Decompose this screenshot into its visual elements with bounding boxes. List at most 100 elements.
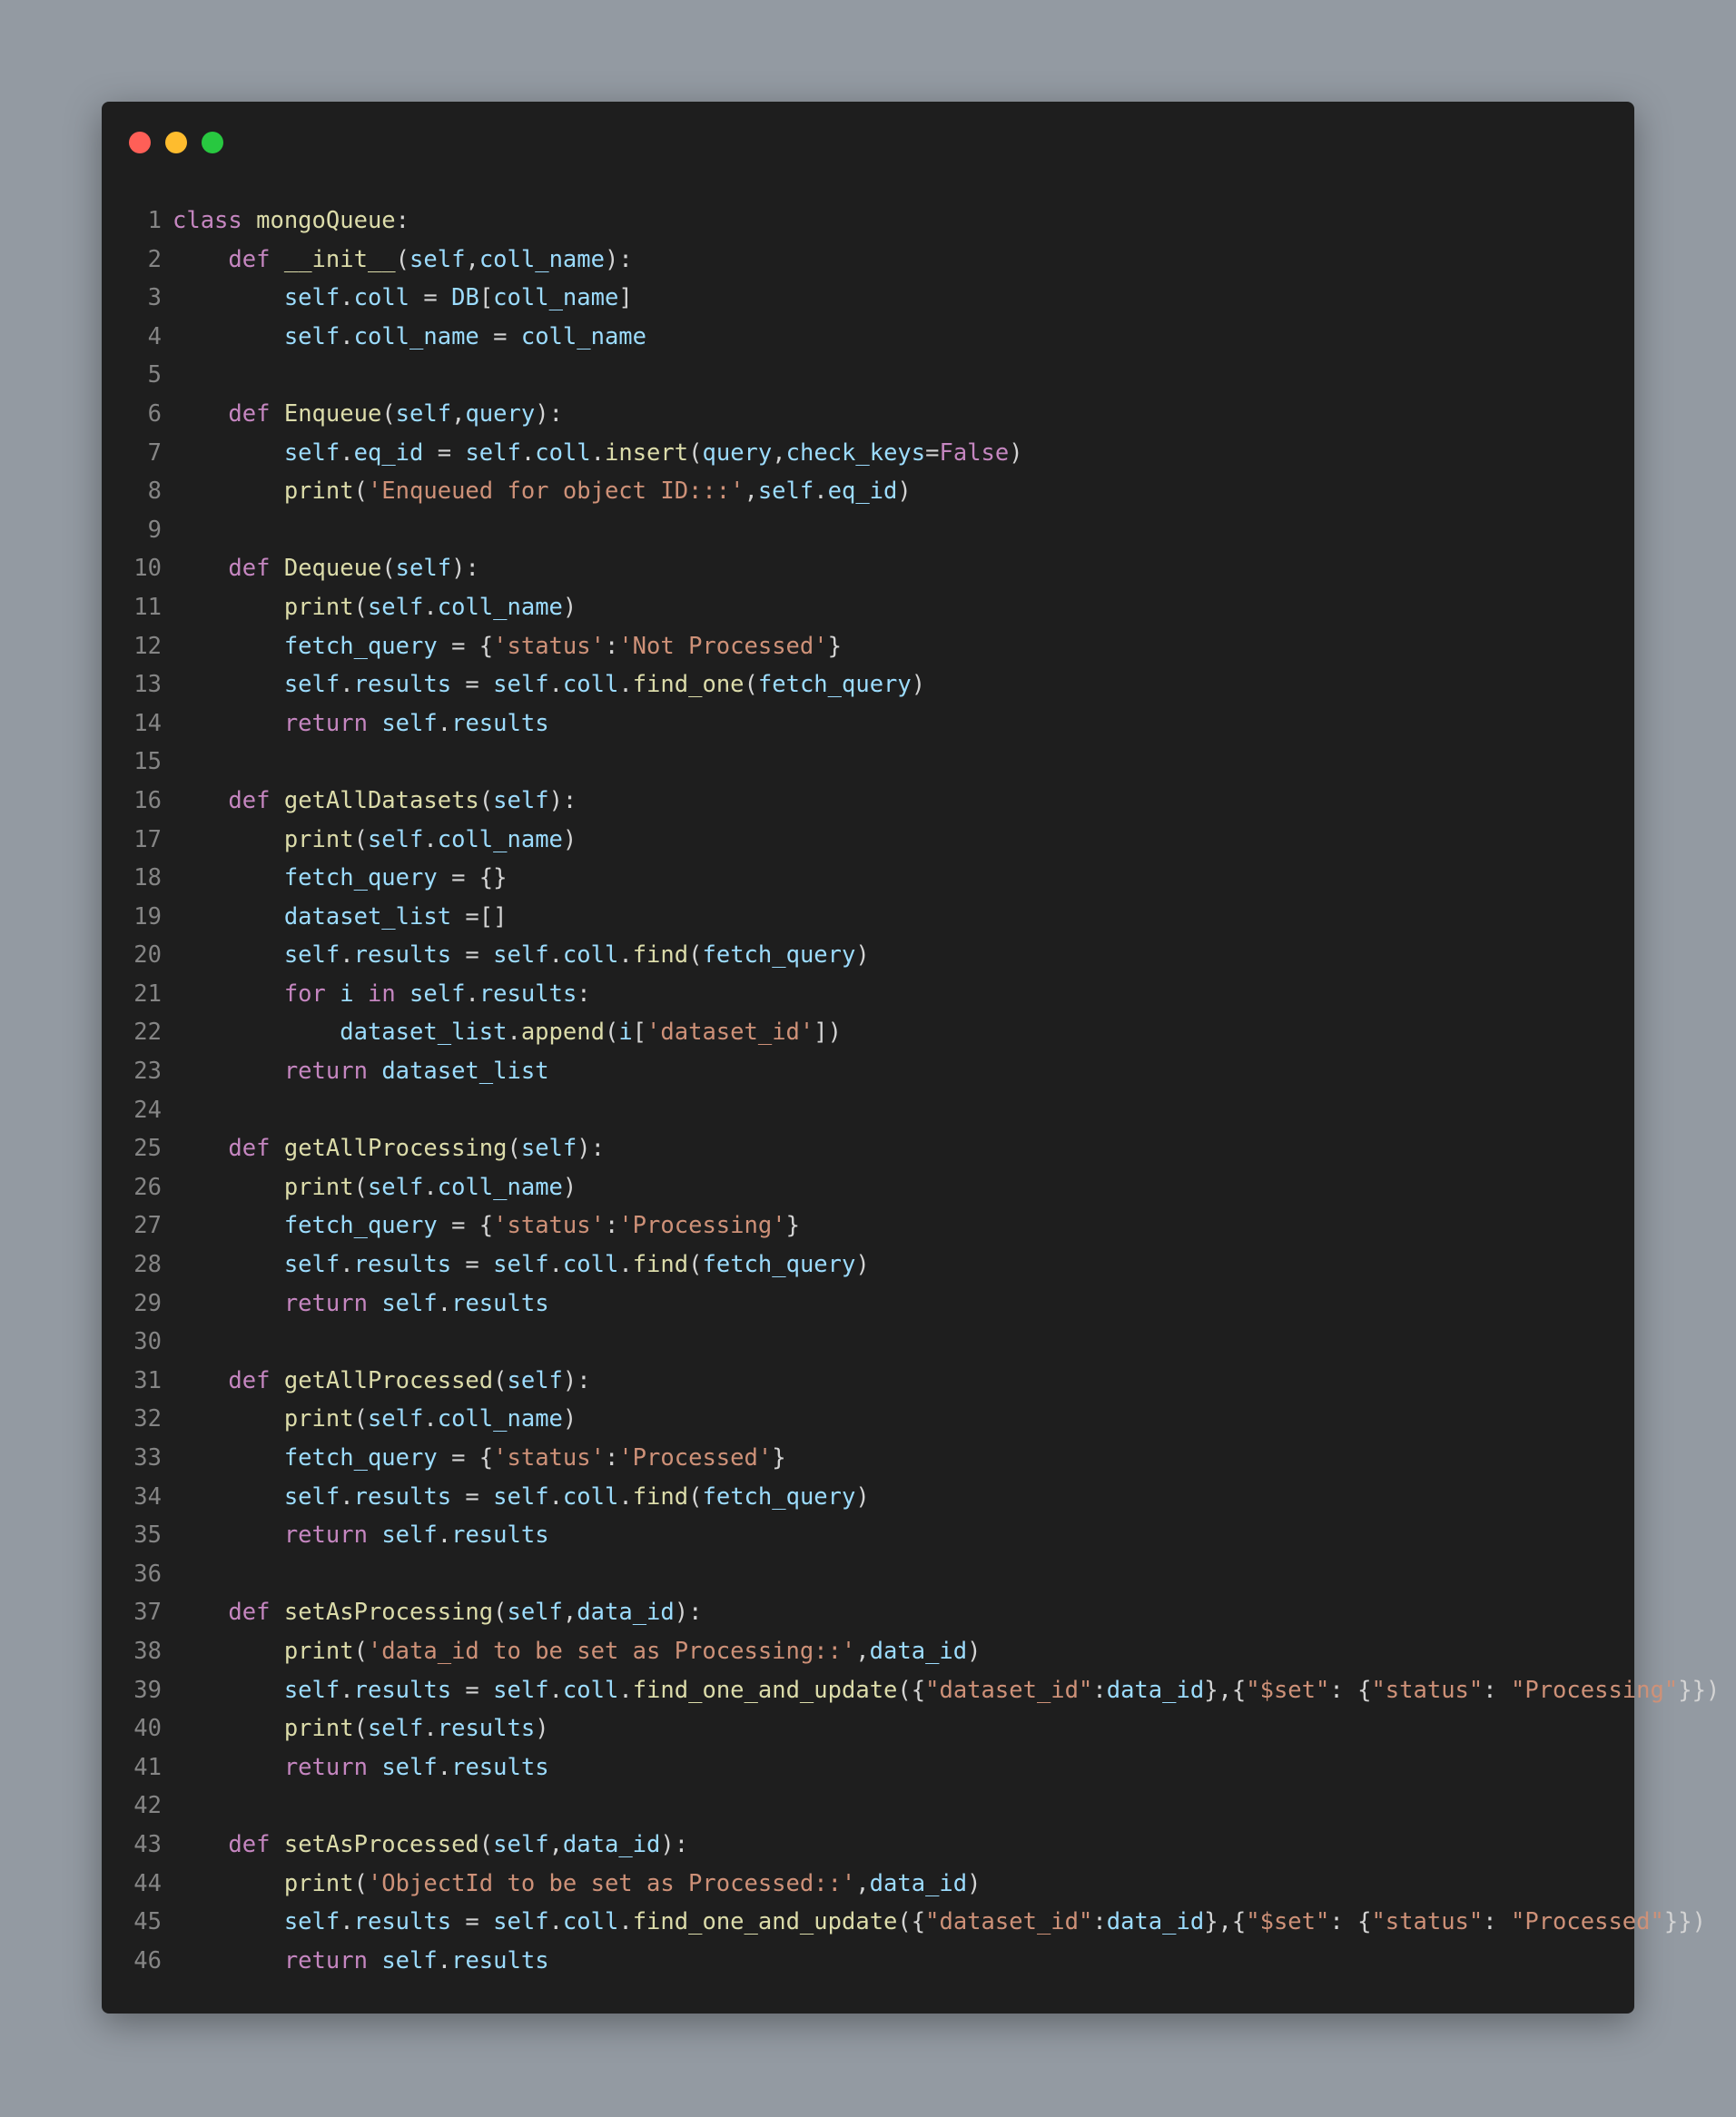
- code-token: results: [353, 1482, 452, 1511]
- line-number: 18: [133, 864, 162, 892]
- minimize-dot-icon[interactable]: [165, 132, 187, 153]
- code-line: 5: [102, 356, 1634, 395]
- code-line: 2 def __init__(self,coll_name):: [102, 241, 1634, 280]
- code-token: "dataset_id": [925, 1676, 1093, 1704]
- line-source: return self.results: [173, 704, 549, 743]
- code-token: (: [353, 825, 368, 853]
- code-token: ):: [562, 1366, 591, 1394]
- code-line: 28 self.results = self.coll.find(fetch_q…: [102, 1246, 1634, 1285]
- code-token: self: [283, 671, 340, 699]
- line-number: 33: [133, 1444, 162, 1472]
- line-number: 39: [133, 1676, 162, 1704]
- code-line: 23 return dataset_list: [102, 1052, 1634, 1091]
- code-token: self: [283, 438, 340, 467]
- code-line: 19 dataset_list =[]: [102, 898, 1634, 937]
- code-token: (: [493, 1599, 508, 1627]
- code-token: ):: [535, 399, 563, 428]
- line-source: def setAsProcessed(self,data_id):: [173, 1826, 688, 1865]
- code-token: .: [618, 671, 633, 699]
- code-token: (: [381, 555, 396, 583]
- code-token: coll: [353, 284, 410, 312]
- code-token: data_id: [869, 1869, 968, 1897]
- code-token: =: [423, 438, 466, 467]
- line-number: 40: [133, 1715, 162, 1743]
- code-token: ): [562, 1405, 577, 1433]
- code-token: find: [632, 1482, 689, 1511]
- code-line: 36: [102, 1555, 1634, 1594]
- close-dot-icon[interactable]: [129, 132, 151, 153]
- code-line: 44 print('ObjectId to be set as Processe…: [102, 1865, 1634, 1904]
- code-token: .: [437, 1521, 452, 1550]
- code-line: 17 print(self.coll_name): [102, 821, 1634, 860]
- code-token: coll: [562, 1908, 619, 1936]
- code-token: return: [283, 709, 368, 737]
- code-token: ,: [772, 438, 786, 467]
- code-token: (: [688, 438, 703, 467]
- line-number: 12: [133, 632, 162, 660]
- code-token: return: [283, 1753, 368, 1781]
- code-token: self: [507, 1366, 563, 1394]
- code-token: ):: [577, 1135, 605, 1163]
- line-source: return self.results: [173, 1516, 549, 1555]
- code-token: fetch_query: [702, 1482, 856, 1511]
- maximize-dot-icon[interactable]: [202, 132, 223, 153]
- code-token: results: [478, 980, 577, 1008]
- code-token: ):: [548, 786, 577, 814]
- line-source: return self.results: [173, 1942, 549, 1981]
- code-token: self: [493, 786, 549, 814]
- code-token: coll_name: [437, 593, 563, 621]
- code-token: fetch_query: [283, 632, 438, 660]
- code-token: =: [451, 1908, 494, 1936]
- line-source: print('Enqueued for object ID:::',self.e…: [173, 472, 912, 511]
- line-number: 4: [147, 322, 162, 350]
- line-number: 42: [133, 1792, 162, 1820]
- code-token: "Processed": [1510, 1908, 1664, 1936]
- code-token: print: [283, 1637, 354, 1665]
- code-token: data_id: [562, 1830, 661, 1858]
- code-token: fetch_query: [283, 864, 438, 892]
- line-source: for i in self.results:: [173, 975, 591, 1014]
- line-source: return dataset_list: [173, 1052, 549, 1091]
- line-source: def Enqueue(self,query):: [173, 395, 563, 434]
- code-line: 15: [102, 743, 1634, 782]
- code-line: 34 self.results = self.coll.find(fetch_q…: [102, 1478, 1634, 1517]
- code-token: "status": [1371, 1908, 1484, 1936]
- code-token: getAllProcessed: [283, 1366, 494, 1394]
- code-token: coll: [562, 671, 619, 699]
- code-token: .: [618, 1676, 633, 1704]
- code-token: setAsProcessing: [283, 1599, 494, 1627]
- code-token: .: [437, 709, 452, 737]
- code-token: .: [618, 1908, 633, 1936]
- code-line: 39 self.results = self.coll.find_one_and…: [102, 1671, 1720, 1710]
- code-token: print: [283, 593, 354, 621]
- code-line: 12 fetch_query = {'status':'Not Processe…: [102, 627, 1634, 666]
- code-token: (: [395, 245, 410, 273]
- line-source: print(self.results): [173, 1709, 549, 1748]
- code-token: self: [367, 593, 424, 621]
- line-number: 30: [133, 1328, 162, 1356]
- code-token: 'status': [493, 632, 605, 660]
- code-token: print: [283, 1405, 354, 1433]
- code-token: = {: [437, 1444, 494, 1472]
- code-token: (: [353, 1869, 368, 1897]
- code-token: results: [451, 1946, 549, 1974]
- code-token: print: [283, 1173, 354, 1201]
- code-line: 4 self.coll_name = coll_name: [102, 318, 1634, 357]
- code-token: find: [632, 941, 689, 970]
- code-token: insert: [605, 438, 689, 467]
- code-token: i: [618, 1019, 633, 1047]
- line-number: 24: [133, 1096, 162, 1124]
- code-token: Dequeue: [283, 555, 382, 583]
- line-number: 23: [133, 1058, 162, 1086]
